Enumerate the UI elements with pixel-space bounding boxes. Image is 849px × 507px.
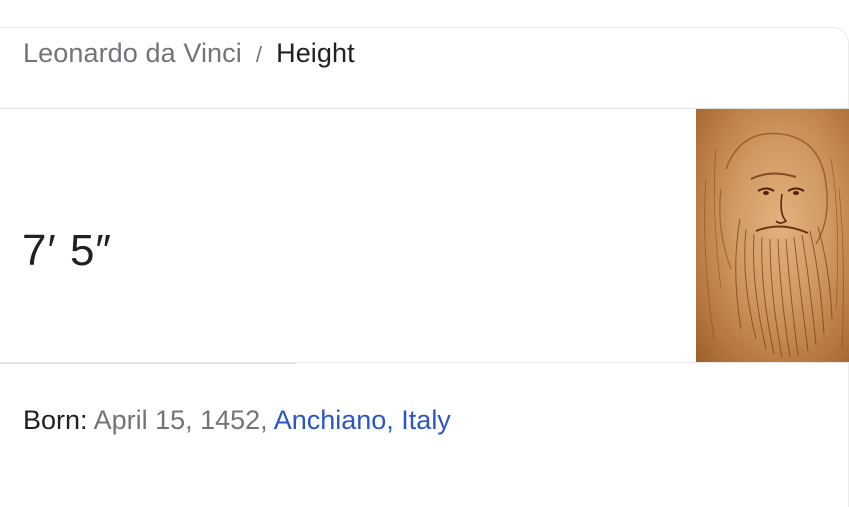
answer-divider-right (296, 362, 849, 363)
born-date: April 15, 1452, (93, 405, 268, 435)
breadcrumb-parent-link[interactable]: Leonardo da Vinci (23, 38, 242, 69)
born-label: Born: (23, 405, 88, 435)
portrait-drawing (704, 132, 844, 358)
born-place-link[interactable]: Anchiano, Italy (274, 405, 451, 435)
breadcrumb-separator: / (255, 42, 263, 67)
born-fact: Born: April 15, 1452, Anchiano, Italy (23, 405, 451, 436)
portrait-image[interactable] (696, 109, 849, 362)
breadcrumb-current: Height (276, 38, 355, 68)
height-answer: 7′ 5″ (22, 226, 112, 275)
breadcrumb: Leonardo da Vinci / Height (23, 38, 355, 69)
answer-divider (0, 362, 296, 364)
